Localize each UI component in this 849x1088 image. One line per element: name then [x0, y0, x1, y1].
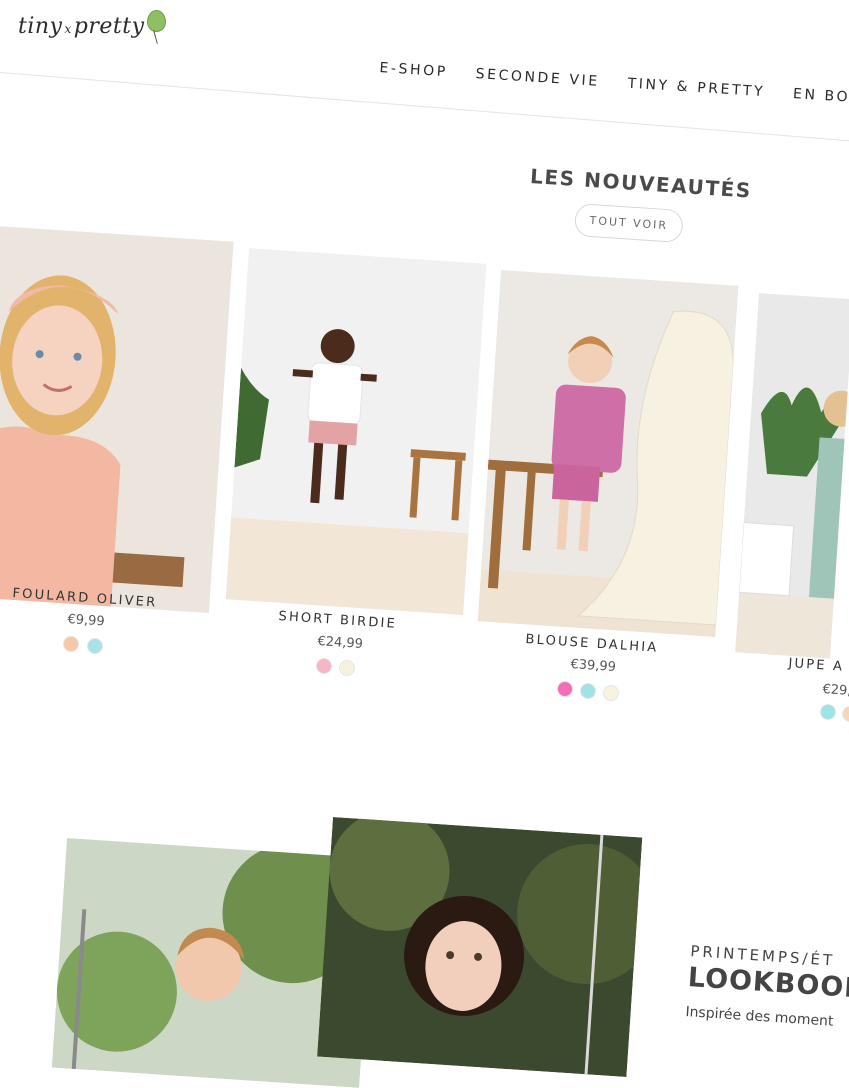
product-image[interactable] [477, 270, 739, 637]
color-swatch-sand[interactable] [842, 706, 849, 722]
product-price: €24,99 [317, 634, 364, 652]
color-swatch-aqua[interactable] [87, 638, 103, 654]
product-image[interactable] [0, 226, 234, 613]
product-photo-girl-skirt [735, 293, 849, 659]
page: tiny xpretty E-SHOP SECONDE VIE TINY & PR… [0, 0, 849, 1088]
main-nav: E-SHOP SECONDE VIE TINY & PRETTY EN BOU [379, 60, 849, 106]
nav-item-boutique[interactable]: EN BOU [793, 86, 849, 106]
product-price: €9,99 [67, 612, 106, 630]
lookbook-photo-girl [317, 817, 643, 1078]
product-photo-toddler-blouse [477, 270, 739, 637]
product-name[interactable]: BLOUSE DALHIA [525, 632, 659, 656]
product-name[interactable]: JUPE A [788, 656, 845, 675]
product-image[interactable] [735, 293, 849, 659]
color-swatch-aqua[interactable] [580, 683, 596, 699]
logo-wordmark: tiny xpretty [18, 14, 145, 39]
color-swatch-peach[interactable] [63, 636, 79, 652]
color-swatch-aqua[interactable] [820, 704, 836, 720]
color-swatch-pink[interactable] [316, 658, 332, 674]
color-swatch-cream[interactable] [339, 660, 355, 676]
logo[interactable]: tiny xpretty [18, 9, 166, 39]
color-swatch-magenta[interactable] [557, 681, 573, 697]
product-image[interactable] [225, 248, 487, 615]
product-photo-toddler-shorts [225, 248, 487, 615]
product-name[interactable]: SHORT BIRDIE [278, 609, 397, 632]
see-all-button[interactable]: TOUT VOIR [573, 203, 684, 244]
nav-item-tiny-pretty[interactable]: TINY & PRETTY [627, 76, 765, 101]
nav-item-eshop[interactable]: E-SHOP [379, 60, 448, 80]
section-title-new-arrivals: LES NOUVEAUTÉS [529, 164, 753, 203]
product-price: €39,99 [570, 657, 617, 675]
product-price: €29, [822, 682, 849, 699]
product-photo-girl-headscarf [0, 226, 234, 613]
lookbook-description: Inspirée des moment [684, 1004, 834, 1030]
lookbook-image-girl[interactable] [317, 817, 643, 1078]
color-swatch-cream[interactable] [603, 685, 619, 701]
balloon-icon [146, 9, 166, 32]
nav-item-seconde-vie[interactable]: SECONDE VIE [475, 66, 600, 90]
